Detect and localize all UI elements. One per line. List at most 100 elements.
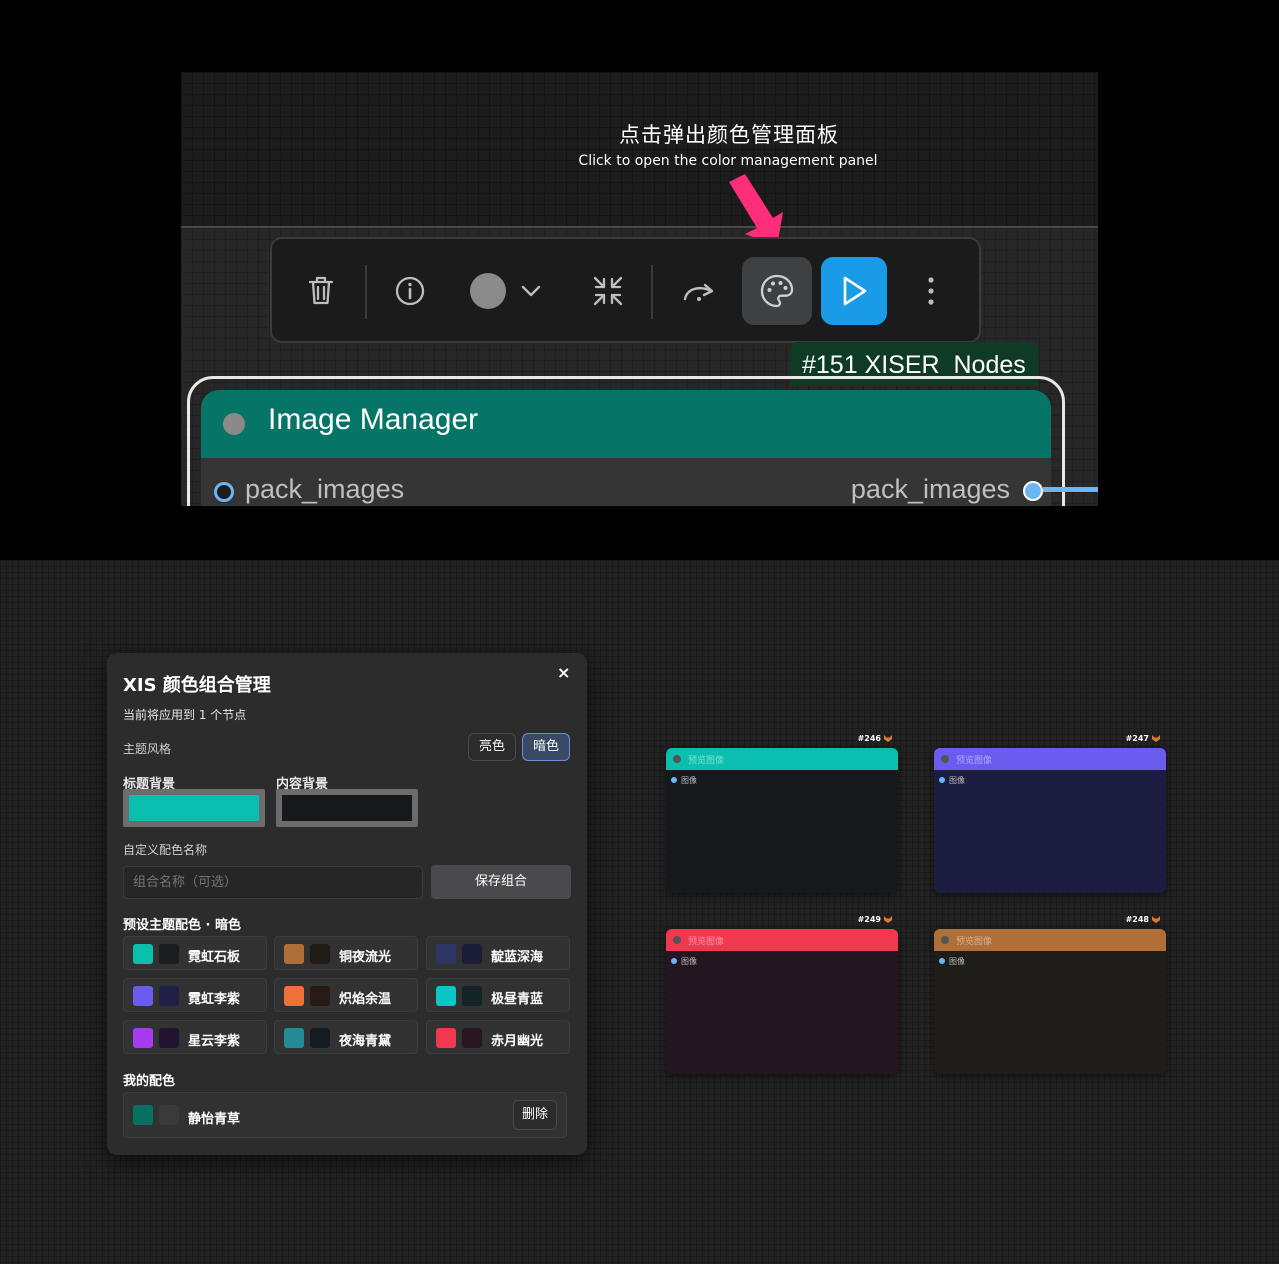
preset-title-swatch — [133, 986, 153, 1006]
preset-name: 夜海青黛 — [339, 1034, 392, 1049]
title-bg-color-picker[interactable] — [123, 789, 265, 827]
more-vertical-icon — [928, 277, 934, 305]
demo-node[interactable]: #248 预览图像 图像 — [934, 915, 1166, 1074]
toolbar-screenshot: 点击弹出颜色管理面板 Click to open the color manag… — [181, 72, 1098, 506]
demo-node-body — [934, 770, 1166, 893]
demo-node[interactable]: #247 预览图像 图像 — [934, 734, 1166, 893]
preset-item[interactable]: 星云李紫 — [123, 1020, 267, 1054]
preset-title-swatch — [436, 944, 456, 964]
fox-icon — [884, 916, 892, 923]
chevron-down-icon — [521, 285, 541, 297]
demo-node-pin-dot[interactable] — [671, 777, 677, 783]
my-colors-label: 我的配色 — [123, 1074, 176, 1089]
demo-node-id: #247 — [1126, 734, 1160, 743]
preset-themes-label: 预设主题配色 · 暗色 — [123, 918, 241, 933]
my-color-name: 静怡青草 — [188, 1112, 241, 1127]
demo-node-title: 预览图像 — [688, 937, 725, 947]
preset-title-swatch — [284, 986, 304, 1006]
demo-node[interactable]: #246 预览图像 图像 — [666, 734, 898, 893]
demo-node-header: 预览图像 — [934, 748, 1166, 770]
preset-name: 星云李紫 — [188, 1034, 241, 1049]
node-toolbar — [270, 237, 981, 343]
preset-name: 霓虹石板 — [188, 950, 241, 965]
demo-node-dot — [673, 936, 681, 944]
preset-title-swatch — [284, 944, 304, 964]
preset-content-swatch — [159, 1028, 179, 1048]
preset-item[interactable]: 夜海青黛 — [274, 1020, 418, 1054]
content-bg-color-picker[interactable] — [276, 789, 418, 827]
demo-node-pin-label: 图像 — [681, 957, 697, 966]
demo-node-id: #249 — [858, 915, 892, 924]
preset-name: 赤月幽光 — [491, 1034, 544, 1049]
preset-content-swatch — [462, 1028, 482, 1048]
preset-content-swatch — [310, 944, 330, 964]
theme-dark-button[interactable]: 暗色 — [522, 733, 571, 761]
demo-node-dot — [941, 936, 949, 944]
color-management-panel: XIS 颜色组合管理 × 当前将应用到 1 个节点 主题风格 亮色 暗色 标题背… — [107, 653, 587, 1155]
demo-node-pin-label: 图像 — [949, 957, 965, 966]
demo-node-pin-dot[interactable] — [939, 777, 945, 783]
output-slot-dot[interactable] — [1023, 481, 1043, 501]
demo-node-pin-label: 图像 — [949, 776, 965, 785]
preset-name: 霓虹李紫 — [188, 992, 241, 1007]
info-button[interactable] — [384, 257, 436, 325]
demo-node-dot — [941, 755, 949, 763]
info-icon — [395, 276, 425, 306]
title-bg-swatch — [129, 795, 259, 821]
preset-title-swatch — [133, 1028, 153, 1048]
preset-item[interactable]: 靛蓝深海 — [426, 936, 570, 970]
color-panel-screenshot: XIS 颜色组合管理 × 当前将应用到 1 个节点 主题风格 亮色 暗色 标题背… — [0, 560, 1279, 1264]
fox-icon — [884, 735, 892, 742]
theme-light-button[interactable]: 亮色 — [468, 733, 517, 761]
preset-item[interactable]: 霓虹李紫 — [123, 978, 267, 1012]
preset-name: 极昼青蓝 — [491, 992, 544, 1007]
delete-button[interactable] — [296, 257, 346, 325]
output-link-wire — [1043, 487, 1098, 492]
hint-title-cn: 点击弹出颜色管理面板 — [619, 123, 839, 147]
combo-name-input[interactable] — [123, 866, 423, 899]
demo-node-body — [934, 951, 1166, 1074]
panel-title: XIS 颜色组合管理 — [123, 675, 271, 696]
redo-icon — [683, 283, 714, 301]
output-slot-label: pack_images — [850, 474, 1010, 504]
save-combo-button[interactable]: 保存组合 — [431, 865, 571, 899]
demo-node-title: 预览图像 — [956, 756, 993, 766]
preset-title-swatch — [284, 1028, 304, 1048]
node-collapse-dot[interactable] — [223, 413, 245, 435]
collapse-button[interactable] — [582, 257, 634, 325]
content-bg-swatch — [282, 795, 412, 821]
preset-item[interactable]: 铜夜流光 — [274, 936, 418, 970]
demo-node-pin-dot[interactable] — [939, 958, 945, 964]
node-header[interactable]: Image Manager — [201, 390, 1051, 458]
demo-node-header: 预览图像 — [934, 929, 1166, 951]
preset-title-swatch — [133, 944, 153, 964]
demo-node-header: 预览图像 — [666, 929, 898, 951]
play-icon — [843, 276, 867, 306]
trash-icon — [308, 276, 334, 305]
run-button[interactable] — [821, 257, 887, 325]
preset-title-swatch — [436, 1028, 456, 1048]
preset-item[interactable]: 炽焰余温 — [274, 978, 418, 1012]
preset-content-swatch — [310, 986, 330, 1006]
preset-content-swatch — [159, 986, 179, 1006]
fox-icon — [1152, 735, 1160, 742]
preset-item[interactable]: 霓虹石板 — [123, 936, 267, 970]
more-button[interactable] — [908, 257, 954, 325]
preset-item[interactable]: 极昼青蓝 — [426, 978, 570, 1012]
preset-name: 炽焰余温 — [339, 992, 392, 1007]
preset-content-swatch — [310, 1028, 330, 1048]
redo-button[interactable] — [672, 257, 726, 325]
preset-name: 靛蓝深海 — [491, 950, 544, 965]
my-color-item[interactable]: 静怡青草 删除 — [123, 1092, 567, 1138]
my-color-title-swatch — [133, 1105, 153, 1125]
close-icon[interactable]: × — [557, 663, 570, 682]
demo-node-title: 预览图像 — [688, 756, 725, 766]
preset-item[interactable]: 赤月幽光 — [426, 1020, 570, 1054]
toolbar-separator — [365, 265, 367, 319]
demo-node-pin-dot[interactable] — [671, 958, 677, 964]
demo-node[interactable]: #249 预览图像 图像 — [666, 915, 898, 1074]
palette-button[interactable] — [742, 257, 812, 325]
input-slot-dot[interactable] — [214, 482, 234, 502]
color-select-button[interactable] — [462, 257, 552, 325]
delete-combo-button[interactable]: 删除 — [513, 1100, 557, 1130]
